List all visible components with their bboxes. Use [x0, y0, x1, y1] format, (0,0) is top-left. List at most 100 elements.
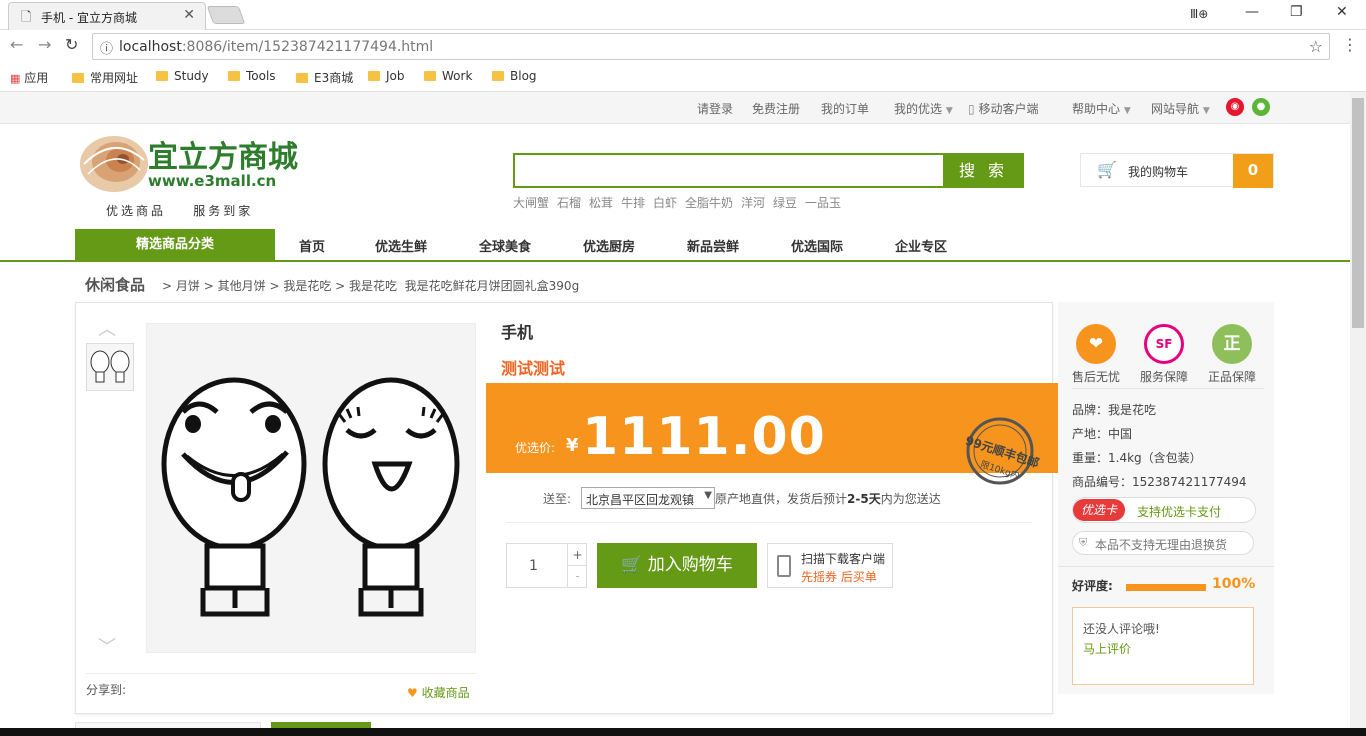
close-tab-icon[interactable]: ✕ [183, 7, 195, 23]
page-scrollbar[interactable] [1350, 92, 1366, 736]
bookmark-folder[interactable]: E3商城 [296, 69, 353, 86]
quantity-stepper: 1 + - [506, 543, 587, 588]
bookmark-label: Work [442, 69, 473, 83]
bookmark-folder[interactable]: Blog [492, 69, 537, 83]
search-button[interactable]: 搜 索 [943, 153, 1024, 188]
rating-bar [1126, 584, 1206, 591]
my-picks-link[interactable]: 我的优选 ▼ [894, 100, 953, 117]
nav-new[interactable]: 新品尝鲜 [687, 236, 739, 255]
weibo-icon[interactable]: ◉ [1226, 98, 1244, 116]
bookmark-folder[interactable]: 常用网址 [72, 69, 138, 86]
nav-enterprise[interactable]: 企业专区 [895, 236, 947, 255]
nav-global-food[interactable]: 全球美食 [479, 236, 531, 255]
hot-word[interactable]: 全脂牛奶 [685, 194, 733, 211]
help-center-link[interactable]: 帮助中心 ▼ [1072, 100, 1131, 117]
maximize-icon[interactable]: ❐ [1290, 4, 1303, 20]
minimize-icon[interactable]: — [1245, 4, 1259, 20]
bookmark-folder[interactable]: Work [424, 69, 472, 83]
hot-word[interactable]: 石榴 [557, 194, 581, 211]
bookmark-star-icon[interactable]: ☆ [1309, 37, 1323, 56]
heart-icon: ♥ [407, 686, 418, 700]
bookmark-apps[interactable]: ▦ 应用 [10, 69, 48, 86]
hot-word[interactable]: 一品玉 [805, 194, 841, 211]
back-icon[interactable]: ← [10, 35, 23, 54]
ship-location-value: 北京昌平区回龙观镇 [586, 493, 695, 507]
ship-to-label: 送至: [543, 492, 572, 506]
quantity-minus-button[interactable]: - [567, 566, 587, 588]
register-link[interactable]: 免费注册 [752, 100, 800, 117]
quantity-value[interactable]: 1 [529, 558, 538, 574]
thumbnail-image [90, 350, 130, 383]
nav-home[interactable]: 首页 [299, 236, 325, 255]
breadcrumb-item[interactable]: 月饼 [176, 279, 200, 293]
search-input[interactable] [513, 153, 944, 188]
quantity-plus-button[interactable]: + [567, 544, 587, 566]
site-logo[interactable]: 宜立方商城 www.e3mall.cn 优选商品 服务到家 [78, 130, 298, 220]
scrollbar-thumb[interactable] [1352, 98, 1364, 328]
page-icon: 🗋 [21, 10, 32, 25]
url-host: localhost [119, 39, 182, 55]
chevron-down-icon: ▼ [945, 106, 953, 116]
hot-word[interactable]: 大闸蟹 [513, 194, 549, 211]
info-icon[interactable]: ⓘ [100, 38, 113, 57]
favorite-button[interactable]: ♥ 收藏商品 [407, 684, 470, 701]
cart-button[interactable]: 🛒 我的购物车 0 [1080, 153, 1274, 188]
hot-word[interactable]: 洋河 [741, 194, 765, 211]
share-label: 分享到: [86, 683, 127, 697]
nav-international[interactable]: 优选国际 [791, 236, 843, 255]
site-nav-link[interactable]: 网站导航 ▼ [1151, 100, 1210, 117]
thumb-down-arrow-icon[interactable]: ﹀ [98, 633, 116, 659]
thumb-up-arrow-icon[interactable]: ︿ [98, 315, 116, 341]
category-menu-button[interactable]: 精选商品分类 [75, 229, 275, 260]
reload-icon[interactable]: ↻ [65, 35, 78, 54]
product-thumbnail[interactable] [86, 343, 134, 391]
scan-line2: 先摇券 后买单 [801, 570, 877, 584]
menu-icon[interactable]: ⋮ [1342, 35, 1358, 54]
hot-word[interactable]: 白虾 [653, 194, 677, 211]
folder-icon [492, 71, 504, 81]
genuine-icon: 正 [1212, 324, 1252, 364]
hot-word[interactable]: 牛排 [621, 194, 645, 211]
cart-count: 0 [1233, 154, 1273, 188]
breadcrumb-separator: > [203, 279, 218, 293]
scan-download-button[interactable]: 扫描下载客户端 先摇券 后买单 [767, 543, 893, 588]
bookmark-folder[interactable]: Study [156, 69, 209, 83]
address-bar[interactable]: ⓘ localhost:8086/item/152387421177494.ht… [92, 33, 1330, 60]
breadcrumb-separator: > [335, 279, 350, 293]
hot-word[interactable]: 松茸 [589, 194, 613, 211]
close-window-icon[interactable]: ✕ [1336, 4, 1348, 20]
favorite-label: 收藏商品 [421, 686, 470, 700]
bookmark-folder[interactable]: Job [368, 69, 405, 83]
badge-glyph: 正 [1223, 334, 1241, 354]
top-bar: 请登录 免费注册 我的订单 我的优选 ▼ ▯ 移动客户端 帮助中心 ▼ 网站导航… [0, 92, 1350, 124]
url-path: :8086/item/152387421177494.html [181, 39, 434, 55]
forward-icon[interactable]: → [38, 35, 51, 54]
mobile-client-link[interactable]: ▯ 移动客户端 [968, 100, 1038, 117]
divider [86, 673, 476, 674]
nav-kitchen[interactable]: 优选厨房 [583, 236, 635, 255]
ship-location-select[interactable]: 北京昌平区回龙观镇 ▼ [581, 487, 715, 509]
hot-word[interactable]: 绿豆 [773, 194, 797, 211]
badge-glyph: SF [1155, 337, 1173, 351]
price-value: 1111.00 [582, 407, 826, 467]
new-tab-button[interactable] [206, 6, 246, 24]
login-link[interactable]: 请登录 [697, 100, 733, 117]
weight-info: 重量：1.4kg（含包装） [1072, 451, 1202, 465]
nav-fresh[interactable]: 优选生鲜 [375, 236, 427, 255]
rating-label: 好评度: [1072, 579, 1113, 593]
review-now-link[interactable]: 马上评价 [1083, 640, 1131, 657]
add-to-cart-button[interactable]: 🛒 加入购物车 [597, 543, 757, 588]
wechat-icon[interactable]: ● [1252, 98, 1270, 116]
breadcrumb: > 月饼 > 其他月饼 > 我是花吃 > 我是花吃 我是花吃鲜花月饼团圆礼盒39… [162, 277, 579, 294]
breadcrumb-item[interactable]: 其他月饼 [218, 279, 266, 293]
breadcrumb-root[interactable]: 休闲食品 [85, 274, 145, 295]
price-label: 优选价: [515, 441, 556, 455]
page-content: 请登录 免费注册 我的订单 我的优选 ▼ ▯ 移动客户端 帮助中心 ▼ 网站导航… [0, 92, 1350, 736]
free-shipping-stamp: 99元顺丰包邮 限10kg内 [962, 413, 1042, 485]
divider [506, 522, 1032, 523]
my-orders-link[interactable]: 我的订单 [821, 100, 869, 117]
bookmark-folder[interactable]: Tools [228, 69, 276, 83]
profile-icon[interactable]: Ⅲ⊕ [1190, 7, 1208, 21]
browser-tab[interactable]: 🗋 手机 - 宜立方商城 ✕ [8, 2, 206, 30]
breadcrumb-item[interactable]: 我是花吃 [283, 279, 331, 293]
